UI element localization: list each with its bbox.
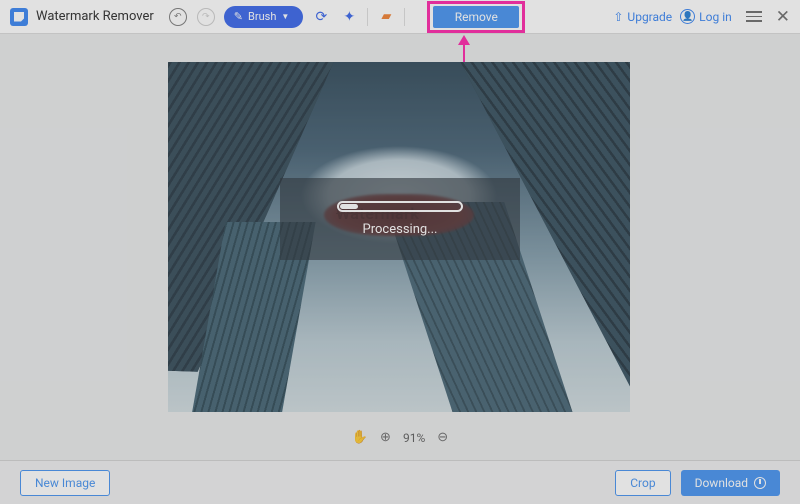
user-icon: 👤 (680, 9, 695, 24)
brush-icon: ✎ (234, 10, 243, 23)
chevron-down-icon: ▼ (281, 12, 289, 21)
zoom-level: 91% (403, 431, 425, 445)
processing-overlay: Processing... (280, 178, 520, 260)
processing-label: Processing... (363, 222, 438, 237)
redo-button[interactable]: ↷ (196, 7, 216, 27)
polygon-tool[interactable]: ✦ (339, 7, 359, 27)
remove-button[interactable]: Remove (433, 6, 519, 28)
separator (367, 8, 368, 26)
brush-label: Brush (248, 10, 276, 23)
download-label: Download (695, 476, 748, 490)
upload-icon: ⇧ (613, 10, 623, 24)
new-image-button[interactable]: New Image (20, 470, 110, 496)
menu-button[interactable] (746, 11, 762, 22)
progress-bar (337, 201, 463, 212)
toolbar: Watermark Remover ↶ ↷ ✎ Brush ▼ ⟳ ✦ ▰ Re… (0, 0, 800, 34)
zoom-bar: ✋ ⊕ 91% ⊖ (0, 430, 800, 445)
login-link[interactable]: 👤 Log in (680, 9, 732, 24)
crop-button[interactable]: Crop (615, 470, 670, 496)
brush-tool-dropdown[interactable]: ✎ Brush ▼ (224, 6, 304, 28)
zoom-out-icon[interactable]: ⊖ (437, 430, 448, 445)
app-logo-icon (10, 8, 28, 26)
app-title: Watermark Remover (36, 9, 154, 24)
zoom-in-icon[interactable]: ⊕ (380, 430, 391, 445)
separator (404, 8, 405, 26)
download-button[interactable]: Download (681, 470, 780, 496)
lasso-tool[interactable]: ⟳ (311, 7, 331, 27)
clock-icon (754, 477, 766, 489)
undo-button[interactable]: ↶ (168, 7, 188, 27)
upgrade-label: Upgrade (627, 10, 672, 24)
remove-highlight-box: Remove (427, 1, 525, 33)
image-canvas[interactable]: Watermark Processing... (168, 62, 630, 412)
eraser-tool[interactable]: ▰ (376, 7, 396, 27)
login-label: Log in (699, 10, 732, 24)
upgrade-link[interactable]: ⇧ Upgrade (613, 10, 672, 24)
hand-tool-icon[interactable]: ✋ (352, 430, 368, 445)
close-button[interactable]: ✕ (776, 7, 790, 27)
footer: New Image Crop Download (0, 460, 800, 504)
